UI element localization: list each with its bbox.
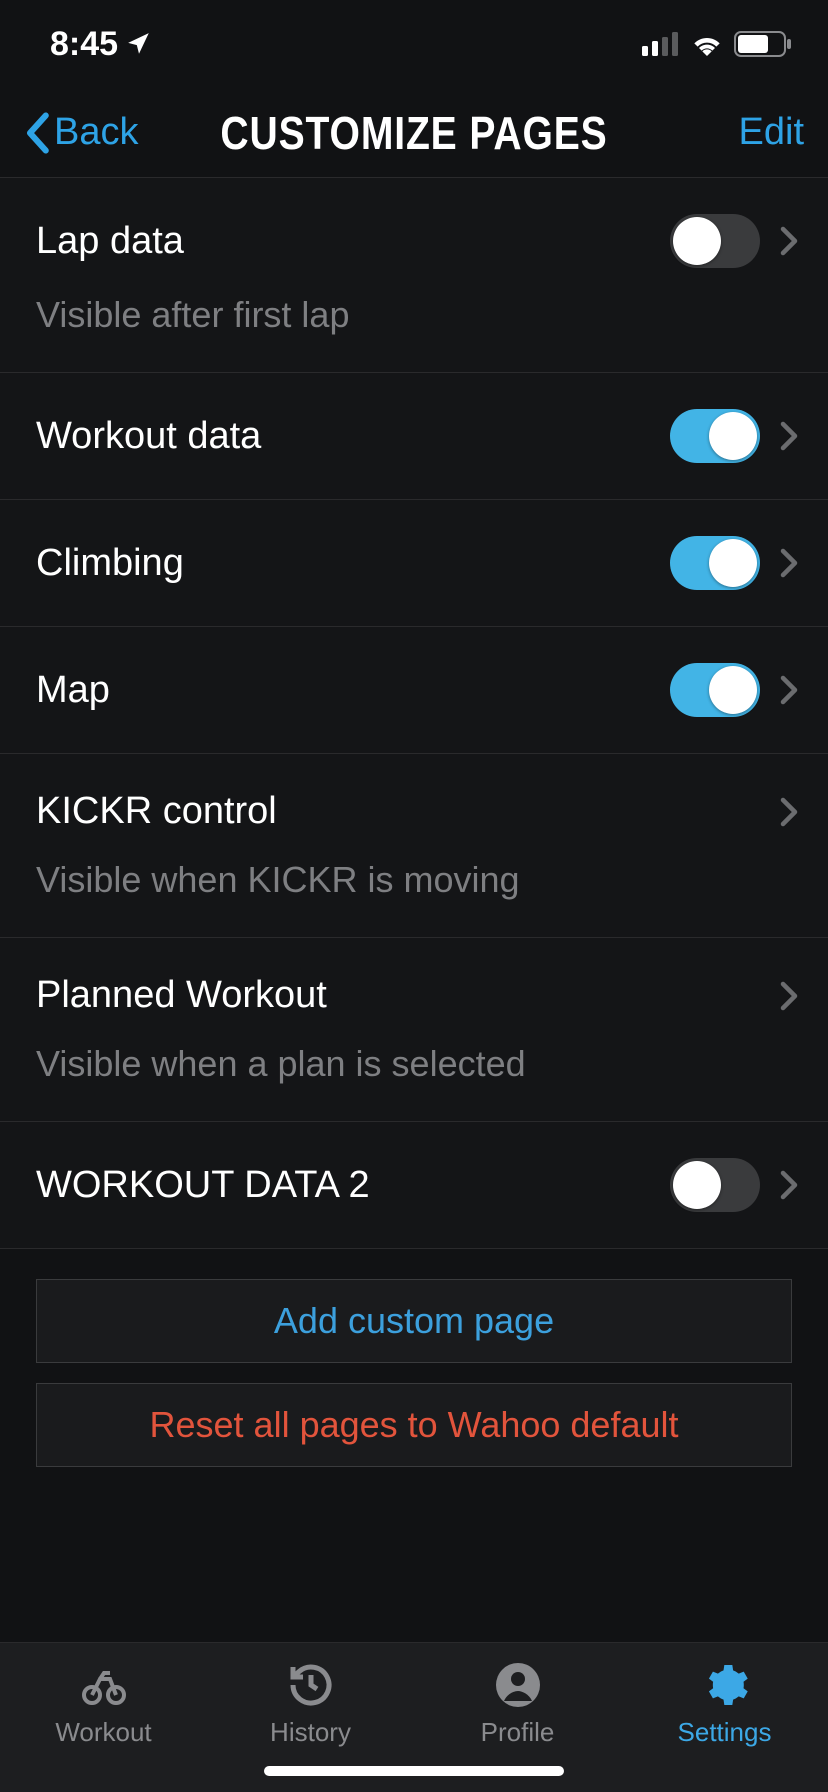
cellular-icon	[642, 32, 680, 56]
row-label: KICKR control	[36, 790, 760, 833]
row-map[interactable]: Map	[0, 627, 828, 754]
toggle-lap-data[interactable]	[670, 214, 760, 268]
row-label: Map	[36, 669, 670, 712]
chevron-right-icon	[780, 1170, 798, 1200]
row-climbing[interactable]: Climbing	[0, 500, 828, 627]
edit-button[interactable]: Edit	[739, 111, 804, 154]
battery-icon	[734, 31, 792, 57]
tab-history[interactable]: History	[207, 1661, 414, 1768]
chevron-right-icon	[780, 797, 798, 827]
row-lap-data[interactable]: Lap data Visible after first lap	[0, 178, 828, 373]
chevron-right-icon	[780, 421, 798, 451]
row-subtitle: Visible when a plan is selected	[36, 1043, 798, 1085]
tab-settings[interactable]: Settings	[621, 1661, 828, 1768]
wifi-icon	[690, 32, 724, 56]
tab-label: Workout	[55, 1717, 151, 1748]
toggle-map[interactable]	[670, 663, 760, 717]
tab-label: History	[270, 1717, 351, 1748]
page-title: CUSTOMIZE PAGES	[62, 106, 766, 160]
reset-pages-button[interactable]: Reset all pages to Wahoo default	[36, 1383, 792, 1467]
row-subtitle: Visible after first lap	[36, 294, 798, 336]
row-kickr-control[interactable]: KICKR control Visible when KICKR is movi…	[0, 754, 828, 938]
chevron-right-icon	[780, 226, 798, 256]
tab-label: Settings	[678, 1717, 772, 1748]
status-bar: 8:45	[0, 0, 828, 88]
row-workout-data[interactable]: Workout data	[0, 373, 828, 500]
action-group: Add custom page Reset all pages to Wahoo…	[0, 1249, 828, 1507]
history-icon	[287, 1661, 335, 1709]
status-time: 8:45	[50, 25, 118, 64]
nav-header: Back CUSTOMIZE PAGES Edit	[0, 88, 828, 178]
pages-list: Lap data Visible after first lap Workout…	[0, 178, 828, 1642]
home-indicator	[264, 1766, 564, 1776]
row-label: WORKOUT DATA 2	[36, 1164, 670, 1207]
row-label: Lap data	[36, 220, 670, 263]
bike-icon	[80, 1661, 128, 1709]
row-label: Workout data	[36, 415, 670, 458]
profile-icon	[494, 1661, 542, 1709]
gear-icon	[701, 1661, 749, 1709]
back-label: Back	[54, 111, 138, 154]
row-subtitle: Visible when KICKR is moving	[36, 859, 798, 901]
add-custom-page-button[interactable]: Add custom page	[36, 1279, 792, 1363]
tab-profile[interactable]: Profile	[414, 1661, 621, 1768]
row-workout-data-2[interactable]: WORKOUT DATA 2	[0, 1122, 828, 1249]
tab-workout[interactable]: Workout	[0, 1661, 207, 1768]
chevron-right-icon	[780, 548, 798, 578]
status-indicators	[642, 31, 792, 57]
toggle-workout-data-2[interactable]	[670, 1158, 760, 1212]
status-time-group: 8:45	[50, 25, 152, 64]
row-planned-workout[interactable]: Planned Workout Visible when a plan is s…	[0, 938, 828, 1122]
tab-label: Profile	[481, 1717, 555, 1748]
chevron-left-icon	[24, 112, 50, 154]
location-icon	[126, 31, 152, 57]
toggle-climbing[interactable]	[670, 536, 760, 590]
chevron-right-icon	[780, 981, 798, 1011]
toggle-workout-data[interactable]	[670, 409, 760, 463]
row-label: Planned Workout	[36, 974, 760, 1017]
back-button[interactable]: Back	[24, 111, 138, 154]
row-label: Climbing	[36, 542, 670, 585]
chevron-right-icon	[780, 675, 798, 705]
